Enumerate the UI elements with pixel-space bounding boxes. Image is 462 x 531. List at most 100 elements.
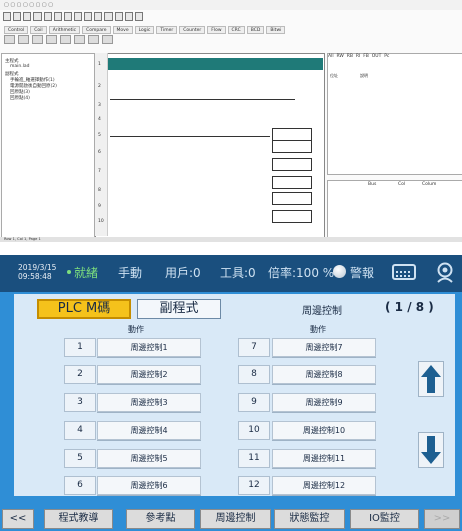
peripheral-control-button[interactable]: 周邊控制8 — [272, 365, 376, 384]
nav-reference-point-button[interactable]: 參考點 — [126, 509, 195, 529]
alarm-indicator-icon[interactable] — [333, 265, 346, 278]
alarm-label[interactable]: 警報 — [350, 264, 374, 281]
symbol-tab[interactable]: RB — [347, 54, 353, 59]
symbol-table-panel — [327, 53, 462, 175]
toolbar-button[interactable] — [13, 12, 22, 21]
peripheral-control-button[interactable]: 周邊控制4 — [97, 421, 201, 440]
toolbar-button[interactable] — [3, 12, 12, 21]
contact-button[interactable] — [46, 35, 57, 44]
contact-button[interactable] — [4, 35, 15, 44]
ladder-row-numbers: 1 2 3 4 5 6 7 8 9 10 — [95, 53, 108, 236]
nav-io-monitor-button[interactable]: IO監控 — [350, 509, 419, 529]
peripheral-control-button[interactable]: 周邊控制7 — [272, 338, 376, 357]
tab-counter[interactable]: Counter — [179, 26, 206, 34]
page-down-button[interactable] — [418, 432, 444, 468]
item-index: 3 — [64, 393, 96, 412]
tab-arithmetic[interactable]: Arithmetic — [48, 26, 81, 34]
toolbar-button[interactable] — [23, 12, 32, 21]
ready-indicator-icon — [67, 270, 71, 274]
symbol-tab[interactable]: RW — [336, 54, 343, 59]
nav-status-monitor-button[interactable]: 狀態監控 — [274, 509, 345, 529]
toolbar-button[interactable] — [33, 12, 42, 21]
peripheral-control-button[interactable]: 周邊控制1 — [97, 338, 201, 357]
tab-subroutine[interactable]: 副程式 — [137, 299, 221, 319]
row-number: 8 — [98, 188, 101, 193]
tab-flow[interactable]: Flow — [207, 26, 226, 34]
tab-crc[interactable]: CRC — [227, 26, 245, 34]
peripheral-control-button[interactable]: 周邊控制10 — [272, 421, 376, 440]
toolbar-button[interactable] — [73, 12, 83, 21]
tab-bitwise[interactable]: Bitwi — [266, 26, 286, 34]
function-block[interactable] — [272, 176, 312, 189]
tab-coil[interactable]: Coil — [30, 26, 47, 34]
toolbar-button[interactable] — [84, 12, 93, 21]
ladder-rung — [110, 136, 270, 137]
symbol-tab[interactable]: OUT — [372, 54, 382, 59]
peripheral-control-button[interactable]: 周邊控制11 — [272, 449, 376, 468]
toolbar-button[interactable] — [124, 12, 133, 21]
xref-column-col: Col — [398, 182, 406, 187]
symbol-tab[interactable]: RI — [356, 54, 360, 59]
tree-item[interactable]: main.lad — [10, 64, 30, 69]
symbol-column-header: 說明 — [360, 73, 368, 78]
toolbar-button[interactable] — [53, 12, 62, 21]
toolbar-button[interactable] — [94, 12, 103, 21]
peripheral-control-button[interactable]: 周邊控制3 — [97, 393, 201, 412]
contact-button[interactable] — [88, 35, 99, 44]
editor-toolbar — [0, 11, 143, 21]
peripheral-control-button[interactable]: 周邊控制6 — [97, 476, 201, 495]
row-number: 3 — [98, 103, 101, 108]
nav-program-teach-button[interactable]: 程式教導 — [44, 509, 113, 529]
symbol-tab[interactable]: FB — [363, 54, 369, 59]
instruction-tabs: Control Coil Arithmetic Compare Move Log… — [4, 26, 286, 34]
toolbar-button[interactable] — [114, 12, 123, 21]
item-index: 10 — [238, 421, 270, 440]
peripheral-control-button[interactable]: 周邊控制2 — [97, 365, 201, 384]
symbol-tab[interactable]: Pc — [384, 54, 389, 59]
arrow-down-icon — [421, 436, 441, 464]
function-block[interactable] — [272, 158, 312, 171]
function-block[interactable] — [272, 140, 312, 153]
peripheral-control-button[interactable]: 周邊控制12 — [272, 476, 376, 495]
tab-control[interactable]: Control — [4, 26, 29, 34]
tree-item[interactable]: 回原點(4) — [10, 95, 30, 101]
tab-move[interactable]: Move — [112, 26, 133, 34]
toolbar-button[interactable] — [134, 12, 143, 21]
symbol-tab[interactable]: All — [328, 54, 334, 59]
tab-logic[interactable]: Logic — [134, 26, 155, 34]
feed-rate: 倍率:100 % — [268, 266, 335, 280]
tab-timer[interactable]: Timer — [156, 26, 178, 34]
row-number: 4 — [98, 117, 101, 122]
function-block[interactable] — [272, 210, 312, 223]
toolbar-button[interactable] — [43, 12, 52, 21]
peripheral-control-button[interactable]: 周邊控制5 — [97, 449, 201, 468]
function-block[interactable] — [272, 192, 312, 205]
contact-button[interactable] — [60, 35, 71, 44]
editor-statusbar: Row 1, Col 1, Page 1 — [0, 237, 462, 242]
page-up-button[interactable] — [418, 361, 444, 397]
tab-plc-m-code[interactable]: PLC M碼 — [37, 299, 131, 319]
keyboard-icon[interactable] — [392, 264, 416, 280]
toolbar-button[interactable] — [104, 12, 113, 21]
nav-next-button[interactable]: >> — [424, 509, 460, 529]
item-index: 12 — [238, 476, 270, 495]
xref-column-colum: Colum — [422, 182, 437, 187]
contact-button[interactable] — [18, 35, 29, 44]
toolbar-button[interactable] — [63, 12, 72, 21]
contact-button[interactable] — [32, 35, 43, 44]
column-header-action: 動作 — [310, 325, 326, 334]
contact-palette — [4, 35, 134, 44]
contact-button[interactable] — [74, 35, 85, 44]
arrow-up-icon — [421, 365, 441, 393]
nav-peripheral-control-button[interactable]: 周邊控制 — [200, 509, 271, 529]
editor-menubar[interactable]: ▢ ▢ ▢ ▢ ▢ ▢ ▢ ▢ — [0, 0, 462, 10]
nav-prev-button[interactable]: << — [2, 509, 34, 529]
user-login-icon[interactable] — [435, 262, 455, 284]
contact-button[interactable] — [102, 35, 113, 44]
peripheral-control-button[interactable]: 周邊控制9 — [272, 393, 376, 412]
item-index: 6 — [64, 476, 96, 495]
ladder-comment-header[interactable] — [108, 58, 323, 70]
tab-bcd[interactable]: BCD — [246, 26, 265, 34]
tab-compare[interactable]: Compare — [82, 26, 111, 34]
clock-date: 2019/3/15 — [18, 263, 57, 272]
